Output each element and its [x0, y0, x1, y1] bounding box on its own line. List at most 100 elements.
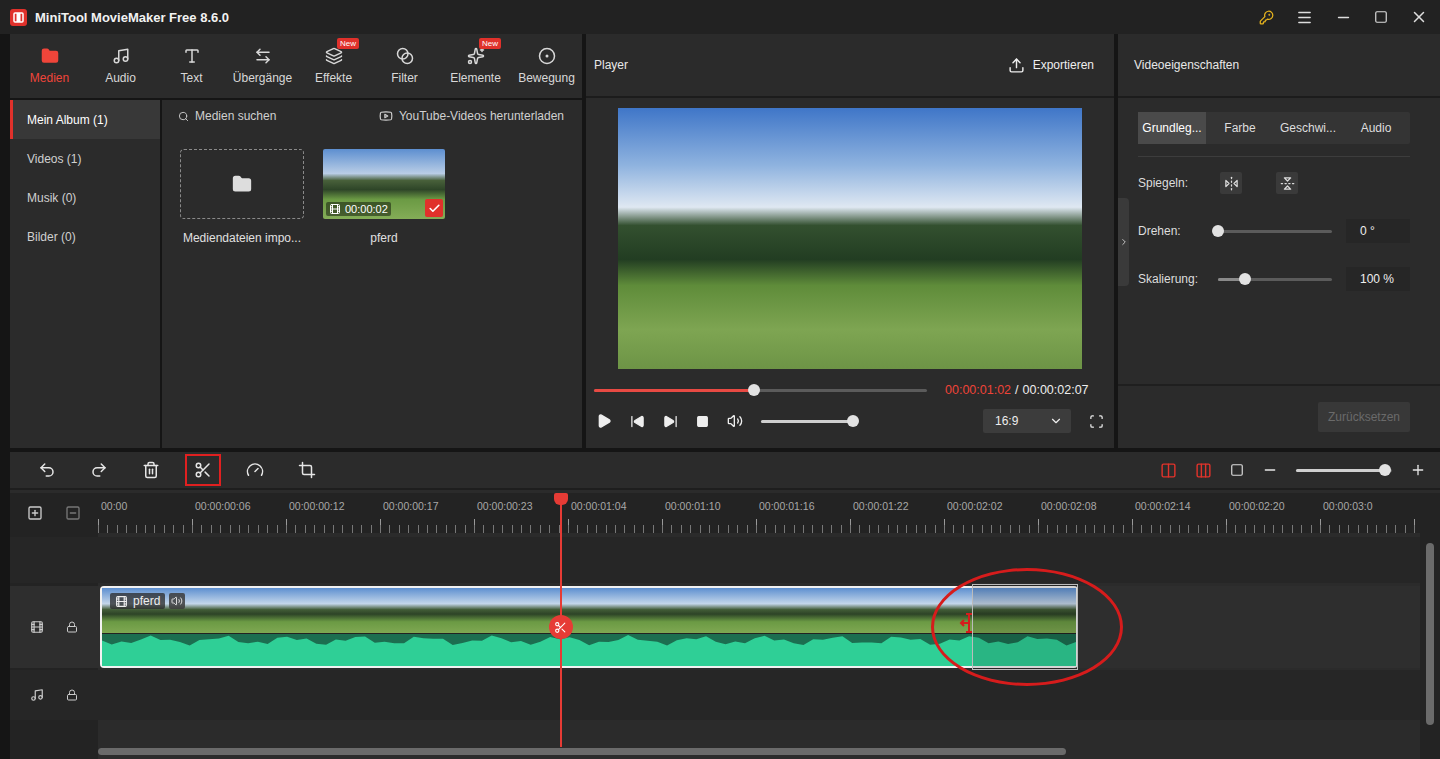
- snap-icon[interactable]: [1230, 463, 1244, 477]
- library-tab[interactable]: Text: [156, 34, 227, 98]
- reset-button[interactable]: Zurücksetzen: [1318, 402, 1410, 432]
- split-view-icon[interactable]: [1195, 462, 1212, 479]
- lock-icon[interactable]: [66, 621, 78, 633]
- library-tab[interactable]: Audio: [85, 34, 156, 98]
- timeline-tool[interactable]: [237, 454, 273, 486]
- zoom-in-icon[interactable]: [1410, 462, 1426, 478]
- import-box[interactable]: [180, 149, 304, 219]
- library-tabs: MedienAudioTextÜbergängeEffekteNewFilter…: [10, 34, 582, 98]
- properties-panel: VideoeigenschaftenGrundleg...FarbeGeschw…: [1118, 34, 1440, 448]
- ruler-label: 00:00:03:0: [1320, 493, 1414, 533]
- media-search[interactable]: Medien suchen: [178, 109, 276, 123]
- lock-icon[interactable]: [66, 689, 78, 701]
- key-icon[interactable]: [1259, 10, 1274, 25]
- flip-horizontal-button[interactable]: [1220, 172, 1242, 194]
- timeline-tool[interactable]: [289, 454, 325, 486]
- property-slider[interactable]: [1218, 278, 1332, 281]
- timeline-tool[interactable]: [81, 454, 117, 486]
- next-icon[interactable]: [663, 414, 678, 429]
- timeline-tool[interactable]: [185, 454, 221, 486]
- app-logo: [10, 9, 27, 26]
- progress-slider[interactable]: [594, 389, 927, 392]
- sidebar-item[interactable]: Musik (0): [10, 178, 160, 217]
- property-value[interactable]: 100 %: [1346, 267, 1410, 291]
- property-slider[interactable]: [1218, 230, 1332, 233]
- playhead-marker[interactable]: [554, 493, 568, 505]
- clip-audio-wave: [102, 634, 1076, 666]
- properties-tab[interactable]: Farbe: [1206, 112, 1274, 144]
- zoom-slider[interactable]: [1296, 469, 1392, 472]
- media-card[interactable]: 00:00:02pferd: [322, 149, 446, 245]
- title-bar: MiniTool MovieMaker Free 8.6.0: [0, 0, 1440, 34]
- clip-volume-icon[interactable]: [171, 595, 183, 607]
- property-value[interactable]: 0 °: [1346, 219, 1410, 243]
- export-button[interactable]: Exportieren: [1008, 57, 1094, 74]
- add-track-icon[interactable]: [27, 505, 43, 521]
- library-tab[interactable]: Medien: [14, 34, 85, 98]
- sidebar-item[interactable]: Videos (1): [10, 139, 160, 178]
- library-tab[interactable]: Filter: [369, 34, 440, 98]
- previous-icon[interactable]: [630, 414, 645, 429]
- new-badge: New: [479, 38, 501, 49]
- transition-icon: [254, 47, 272, 65]
- library-tab[interactable]: EffekteNew: [298, 34, 369, 98]
- flip-vertical-button[interactable]: [1276, 172, 1298, 194]
- vertical-scrollbar[interactable]: [1426, 543, 1434, 725]
- audio-track-icon: [30, 688, 44, 702]
- slider-fill: [1296, 469, 1385, 472]
- trim-zone[interactable]: [972, 584, 1078, 670]
- filter-icon: [396, 47, 414, 65]
- remove-track-icon[interactable]: [65, 505, 81, 521]
- library-tab[interactable]: Bewegung: [511, 34, 582, 98]
- timeline-tool[interactable]: [133, 454, 169, 486]
- trash-icon: [142, 461, 160, 479]
- video-clip[interactable]: pferd: [100, 586, 1078, 668]
- ruler-label: 00:00:01:16: [756, 493, 850, 533]
- ruler-label: 00:00:01:10: [662, 493, 756, 533]
- collapse-handle[interactable]: [1118, 198, 1129, 286]
- time-ruler[interactable]: 00:0000:00:00:0600:00:00:1200:00:00:1700…: [98, 493, 1420, 533]
- slider-knob[interactable]: [1212, 225, 1224, 237]
- stop-icon[interactable]: [696, 415, 709, 428]
- youtube-download[interactable]: YouTube-Videos herunterladen: [379, 109, 564, 123]
- properties-tab[interactable]: Grundleg...: [1138, 112, 1206, 144]
- timeline: 00:0000:00:00:0600:00:00:1200:00:00:1700…: [10, 452, 1440, 759]
- library-tab[interactable]: Übergänge: [227, 34, 298, 98]
- fullscreen-icon[interactable]: [1089, 414, 1104, 429]
- library-tab[interactable]: ElementeNew: [440, 34, 511, 98]
- properties-tab[interactable]: Geschwi...: [1274, 112, 1342, 144]
- close-icon[interactable]: [1410, 8, 1428, 26]
- elements-icon: [467, 47, 485, 65]
- fit-timeline-icon[interactable]: [1160, 462, 1177, 479]
- aspect-ratio-select[interactable]: 16:9: [983, 409, 1071, 433]
- search-icon: [178, 111, 189, 122]
- main-area: MedienAudioTextÜbergängeEffekteNewFilter…: [0, 34, 1440, 448]
- sidebar-item[interactable]: Mein Album (1): [10, 100, 160, 139]
- horizontal-scrollbar[interactable]: [98, 748, 1066, 755]
- playhead[interactable]: [560, 493, 562, 747]
- clip-name: pferd: [110, 593, 165, 609]
- slider-knob[interactable]: [1379, 464, 1391, 476]
- volume-icon[interactable]: [727, 413, 743, 429]
- zoom-out-icon[interactable]: [1262, 462, 1278, 478]
- ruler-label: 00:00:00:06: [192, 493, 286, 533]
- maximize-icon[interactable]: [1374, 10, 1388, 24]
- timeline-tool[interactable]: [29, 454, 65, 486]
- ruler-label: 00:00: [98, 493, 192, 533]
- speed-icon: [246, 461, 264, 479]
- slider-knob[interactable]: [847, 415, 859, 427]
- volume-slider[interactable]: [761, 420, 853, 423]
- minimize-icon[interactable]: [1335, 9, 1352, 26]
- media-thumbnail[interactable]: 00:00:02: [323, 149, 445, 219]
- menu-icon[interactable]: [1296, 9, 1313, 26]
- split-marker[interactable]: [549, 615, 573, 639]
- slider-knob[interactable]: [748, 384, 760, 396]
- play-icon[interactable]: [596, 413, 612, 429]
- sidebar-item[interactable]: Bilder (0): [10, 217, 160, 256]
- trim-cursor[interactable]: [959, 611, 979, 635]
- import-card[interactable]: Mediendateien impo...: [180, 149, 304, 245]
- window-controls: [1259, 8, 1428, 26]
- undo-icon: [38, 461, 56, 479]
- slider-knob[interactable]: [1239, 273, 1251, 285]
- properties-tab[interactable]: Audio: [1342, 112, 1410, 144]
